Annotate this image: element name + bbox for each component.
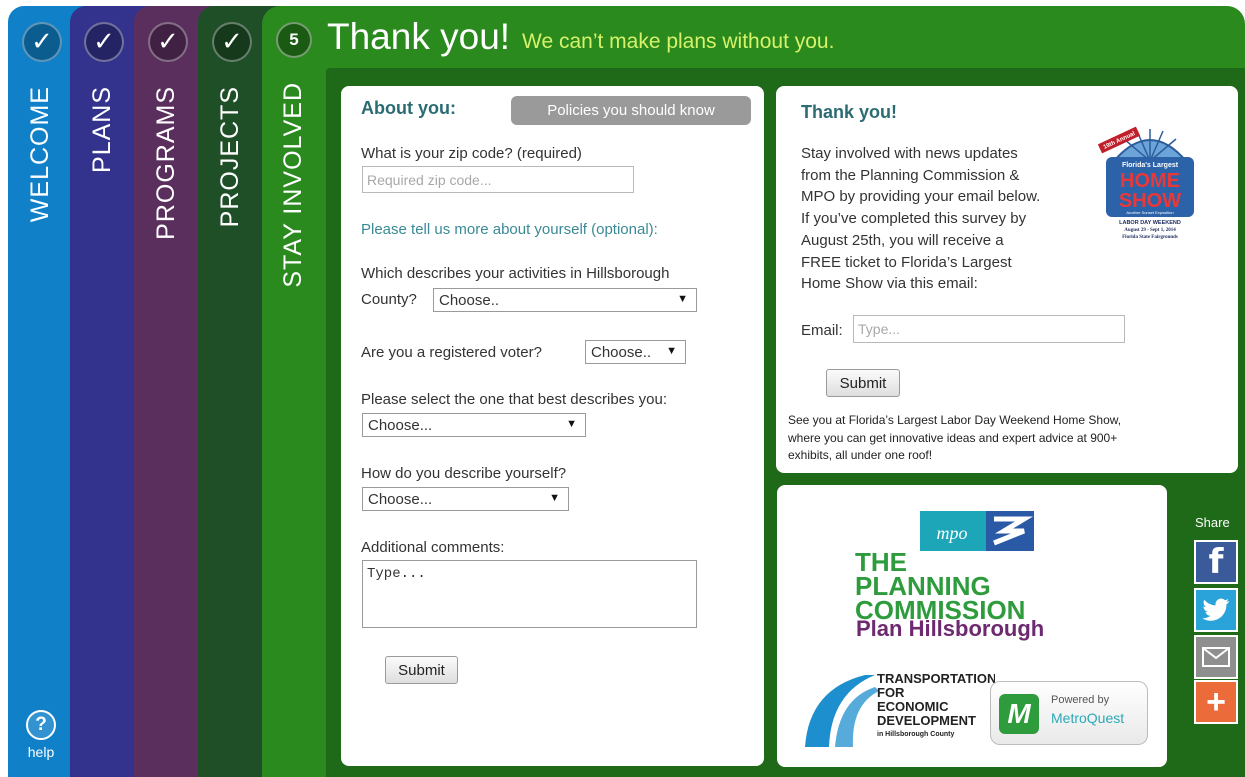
dropdown-arrow-icon: ▼: [566, 418, 577, 430]
tab-plans-label: PLANS: [88, 86, 116, 173]
best-describes-label: Please select the one that best describe…: [361, 391, 668, 408]
voter-select-value: Choose..: [591, 343, 652, 361]
tab-programs-label: PROGRAMS: [152, 86, 180, 240]
voter-select[interactable]: Choose.. ▼: [585, 340, 686, 364]
home-show-weekend: LABOR DAY WEEKEND: [1119, 220, 1181, 226]
message-line: from the Planning Commission &: [801, 166, 1020, 184]
page-subtitle: We can’t make plans without you.: [522, 30, 835, 53]
survey-app: ✓ WELCOME ✓ PLANS ✓ PROGRAMS ✓ PROJECTS …: [0, 0, 1245, 777]
optional-heading: Please tell us more about yourself (opti…: [361, 221, 658, 238]
note-line: See you at Florida’s Largest Labor Day W…: [788, 413, 1122, 427]
note-line: where you can get innovative ideas and e…: [788, 430, 1118, 445]
tab-welcome-label: WELCOME: [26, 86, 54, 223]
about-submit-button[interactable]: Submit: [385, 656, 458, 684]
comments-label: Additional comments:: [361, 539, 505, 556]
more-share-button[interactable]: +: [1194, 680, 1238, 724]
describe-yourself-value: Choose...: [368, 490, 433, 508]
ted-line: DEVELOPMENT: [877, 713, 976, 728]
metroquest-powered: Powered by: [1051, 694, 1110, 706]
message-line: FREE ticket to Florida’s Largest: [801, 253, 1012, 271]
home-show-tag: Another Sunset Exposition: [1126, 210, 1173, 215]
thank-you-heading: Thank you!: [801, 102, 898, 122]
home-show-main2: SHOW: [1119, 190, 1181, 212]
ted-line: ECONOMIC: [877, 699, 949, 714]
plan-hillsborough-label: Plan Hillsborough: [856, 616, 1045, 641]
message-line: August 25th, you will receive a: [801, 231, 1004, 249]
home-show-logo: 19th Annual Florida's Largest HOME SHOW …: [1097, 126, 1194, 240]
tab-stay-involved-label: STAY INVOLVED: [279, 82, 307, 288]
dropdown-arrow-icon: ▼: [549, 492, 560, 504]
ted-line: in Hillsborough County: [877, 731, 954, 738]
help-button[interactable]: ? help: [24, 710, 58, 760]
message-line: Stay involved with news updates: [801, 145, 1018, 162]
home-show-note: See you at Florida’s Largest Labor Day W…: [788, 412, 1228, 465]
ted-line: TRANSPORTATION: [877, 671, 995, 686]
check-icon: ✓: [84, 22, 124, 62]
facebook-icon: f: [1208, 542, 1224, 582]
describe-yourself-select[interactable]: Choose... ▼: [362, 487, 569, 511]
email-submit-button[interactable]: Submit: [826, 369, 900, 397]
email-share-button[interactable]: [1194, 635, 1238, 679]
about-you-panel: About you: Policies you should know What…: [341, 86, 764, 766]
twitter-share-button[interactable]: [1194, 588, 1238, 632]
activities-label: Which describes your activities in Hills…: [361, 265, 670, 282]
comments-textarea[interactable]: Type...: [362, 560, 697, 628]
zip-input[interactable]: Required zip code...: [362, 166, 634, 193]
best-describes-select[interactable]: Choose... ▼: [362, 413, 586, 437]
email-label: Email:: [801, 322, 843, 339]
mail-icon: [1202, 647, 1230, 667]
home-show-place: Florida State Fairgrounds: [1122, 235, 1178, 240]
message-line: MPO by providing your email below.: [801, 188, 1041, 206]
plus-icon: +: [1206, 682, 1226, 721]
home-show-dates: August 29 - Sept 1, 2014: [1124, 228, 1176, 233]
dropdown-arrow-icon: ▼: [677, 293, 688, 305]
ted-line: FOR: [877, 685, 905, 700]
home-show-top: Florida's Largest: [1122, 162, 1179, 169]
check-icon: ✓: [22, 22, 62, 62]
activities-select-value: Choose..: [439, 291, 500, 309]
home-show-main1: HOME: [1120, 170, 1180, 192]
check-icon: ✓: [212, 22, 252, 62]
thank-you-message: Stay involved with news updates from the…: [801, 143, 1096, 295]
help-icon: ?: [26, 710, 56, 740]
step-number-badge: 5: [276, 22, 312, 58]
facebook-share-button[interactable]: f: [1194, 540, 1238, 584]
logos-panel: mpo THE PLANNING COMMISSION Plan Hillsbo…: [777, 485, 1167, 767]
ted-logo: TRANSPORTATION FOR ECONOMIC DEVELOPMENT …: [805, 671, 995, 747]
check-icon: ✓: [148, 22, 188, 62]
dropdown-arrow-icon: ▼: [666, 345, 677, 357]
zip-label: What is your zip code? (required): [361, 145, 582, 162]
note-line: exhibits, all under one roof!: [788, 448, 933, 462]
thank-you-panel: Thank you! Stay involved with news updat…: [776, 86, 1238, 473]
mpo-text: mpo: [937, 523, 968, 543]
activities-label-line2: County?: [361, 291, 417, 308]
metroquest-badge[interactable]: M Powered by MetroQuest: [990, 681, 1148, 745]
describe-yourself-label: How do you describe yourself?: [361, 465, 567, 482]
email-input[interactable]: Type...: [853, 315, 1125, 343]
message-line: If you’ve completed this survey by: [801, 210, 1027, 228]
help-label: help: [27, 744, 55, 760]
about-you-heading: About you:: [361, 98, 456, 118]
metroquest-icon: M: [999, 694, 1039, 734]
share-label: Share: [1195, 515, 1230, 530]
page-title: Thank you!: [327, 16, 511, 57]
metroquest-name: MetroQuest: [1051, 710, 1125, 726]
policies-button[interactable]: Policies you should know: [511, 96, 751, 125]
tab-projects-label: PROJECTS: [216, 86, 244, 228]
best-describes-value: Choose...: [368, 416, 433, 434]
twitter-icon: [1202, 598, 1229, 621]
activities-select[interactable]: Choose.. ▼: [433, 288, 697, 312]
voter-label: Are you a registered voter?: [361, 344, 542, 361]
message-line: Home Show via this email:: [801, 275, 978, 293]
